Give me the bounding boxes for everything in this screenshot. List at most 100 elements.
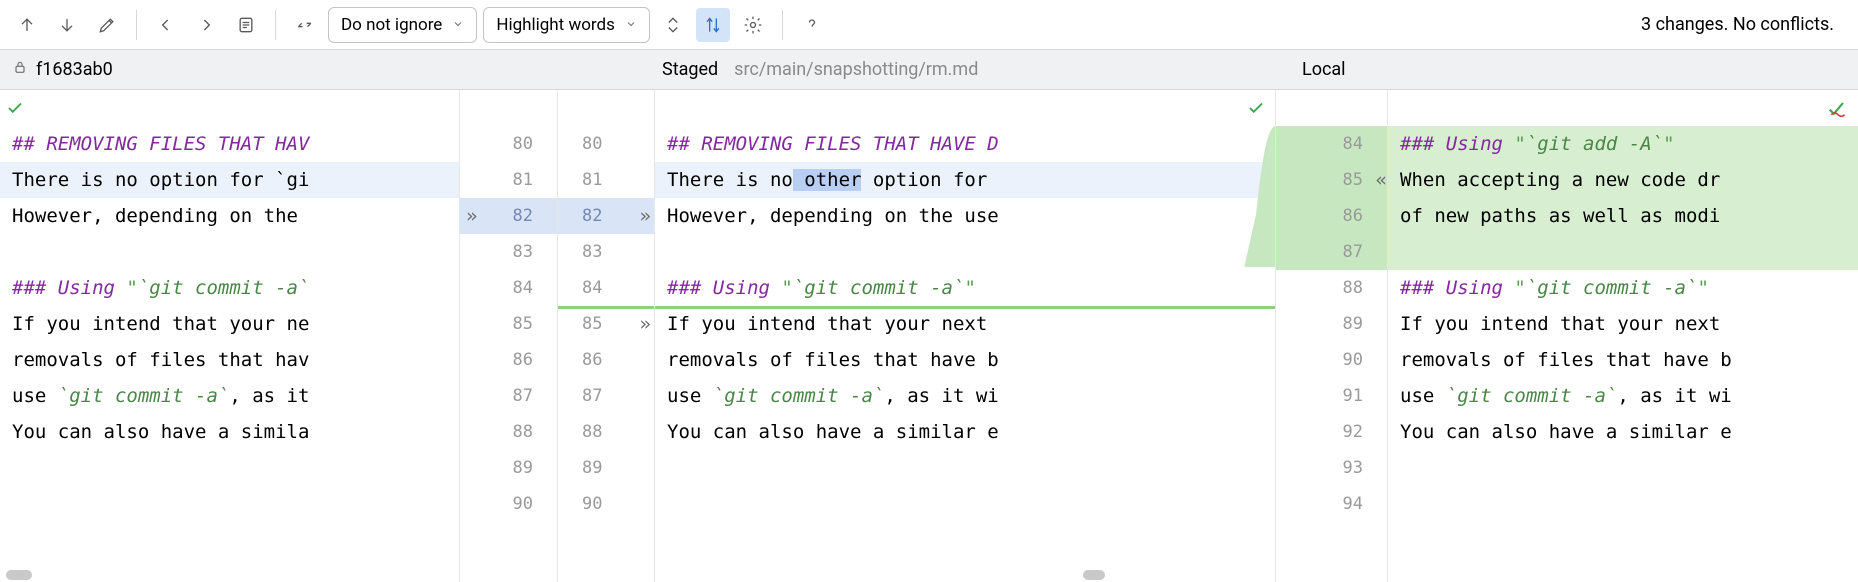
diff-pane-local[interactable]: ### Using "`git add -A`" When accepting … bbox=[1388, 90, 1858, 582]
code-line: `git commit -a` bbox=[58, 385, 230, 407]
gutter-line bbox=[558, 90, 654, 126]
gutter-line: 81 bbox=[558, 162, 654, 198]
staged-segment: Staged src/main/snapshotting/rm.md bbox=[650, 50, 1290, 89]
highlight-mode-dropdown[interactable]: Highlight words bbox=[483, 7, 650, 43]
gutter-line: 81 bbox=[460, 162, 557, 198]
gutter-line: 82» bbox=[558, 198, 654, 234]
inspection-ok-icon bbox=[1247, 94, 1265, 130]
chevron-down-icon bbox=[452, 15, 464, 35]
code-line: use bbox=[667, 385, 713, 407]
code-line: However, depending on the use bbox=[667, 205, 999, 227]
file-path: src/main/snapshotting/rm.md bbox=[734, 59, 978, 80]
gutter-line: 94 bbox=[1276, 486, 1387, 522]
separator bbox=[136, 10, 137, 40]
gutter-line: 87 bbox=[558, 378, 654, 414]
list-icon[interactable] bbox=[229, 8, 263, 42]
apply-left-icon[interactable]: « bbox=[1376, 162, 1387, 198]
apply-right-icon[interactable]: » bbox=[640, 198, 651, 234]
gutter-line: 89 bbox=[460, 450, 557, 486]
code-line: `git add -A` bbox=[1526, 133, 1663, 155]
inspection-warning-icon bbox=[1828, 94, 1848, 130]
gutter-line: 84 bbox=[460, 270, 557, 306]
local-segment: Local bbox=[1290, 50, 1858, 89]
help-icon[interactable] bbox=[795, 8, 829, 42]
horizontal-scrollbar[interactable] bbox=[6, 570, 32, 580]
settings-icon[interactable] bbox=[736, 8, 770, 42]
lock-icon bbox=[12, 59, 28, 80]
code-line: ### Using bbox=[1400, 277, 1514, 299]
gutter-line: 87 bbox=[460, 378, 557, 414]
code-line: option for bbox=[861, 169, 987, 191]
code-line: " bbox=[964, 277, 975, 299]
code-line: use bbox=[1400, 385, 1446, 407]
gutter-line: 87 bbox=[1276, 234, 1387, 270]
gutter-line: 84 bbox=[558, 270, 654, 306]
diff-pane-staged[interactable]: ## REMOVING FILES THAT HAVE D There is n… bbox=[655, 90, 1275, 582]
inspection-ok-icon bbox=[6, 94, 24, 130]
diff-title-bar: f1683ab0 Staged src/main/snapshotting/rm… bbox=[0, 50, 1858, 90]
back-icon[interactable] bbox=[149, 8, 183, 42]
code-line: " bbox=[781, 277, 792, 299]
collapse-unchanged-icon[interactable] bbox=[656, 8, 690, 42]
separator bbox=[275, 10, 276, 40]
word-diff-highlight: other bbox=[793, 169, 862, 191]
gutter-line: 90 bbox=[460, 486, 557, 522]
gutter-line: 83 bbox=[558, 234, 654, 270]
horizontal-scrollbar[interactable] bbox=[1083, 570, 1105, 580]
code-line: If you intend that your next bbox=[1400, 313, 1720, 335]
apply-right-icon[interactable]: » bbox=[466, 198, 477, 234]
gutter-staged-left: 80 81 82» 83 84 85» 86 87 88 89 90 bbox=[557, 90, 655, 582]
code-line: " bbox=[126, 277, 137, 299]
gutter-line: 86 bbox=[460, 342, 557, 378]
code-line: , as it wi bbox=[1617, 385, 1731, 407]
gutter-line: 92 bbox=[1276, 414, 1387, 450]
code-line: removals of files that have b bbox=[1400, 349, 1732, 371]
code-line: There is no bbox=[667, 169, 793, 191]
gutter-local-left: 84 85« 86 87 88 89 90 91 92 93 94 bbox=[1275, 90, 1388, 582]
code-line: " bbox=[1697, 277, 1708, 299]
code-line: option for `gi bbox=[138, 169, 310, 191]
code-line: of new paths as well as modi bbox=[1400, 205, 1720, 227]
forward-icon[interactable] bbox=[189, 8, 223, 42]
insert-marker bbox=[558, 306, 654, 309]
code-line: If you intend that your ne bbox=[12, 313, 309, 335]
code-line: , as it wi bbox=[884, 385, 998, 407]
code-line: removals of files that have b bbox=[667, 349, 999, 371]
staged-label: Staged bbox=[662, 59, 718, 80]
gutter-line: 90 bbox=[558, 486, 654, 522]
code-line: ### Using bbox=[1400, 133, 1514, 155]
code-line: You can also have a similar e bbox=[1400, 421, 1732, 443]
gutter-line: »82 bbox=[460, 198, 557, 234]
chevron-down-icon bbox=[625, 15, 637, 35]
code-line: " bbox=[1663, 133, 1674, 155]
next-change-icon[interactable] bbox=[50, 8, 84, 42]
code-line: `git commit -a` bbox=[793, 277, 965, 299]
jump-to-source-icon[interactable] bbox=[288, 8, 322, 42]
edit-icon[interactable] bbox=[90, 8, 124, 42]
gutter-line bbox=[460, 90, 557, 126]
prev-change-icon[interactable] bbox=[10, 8, 44, 42]
gutter-line: 85» bbox=[558, 306, 654, 342]
gutter-line: 85« bbox=[1276, 162, 1387, 198]
gutter-line: 80 bbox=[460, 126, 557, 162]
gutter-revision-right: 80 81 »82 83 84 85 86 87 88 89 90 bbox=[459, 90, 557, 582]
separator bbox=[782, 10, 783, 40]
code-line: use bbox=[12, 385, 58, 407]
code-line: `git commit -a` bbox=[1446, 385, 1618, 407]
gutter-line: 80 bbox=[558, 126, 654, 162]
gutter-line: 85 bbox=[460, 306, 557, 342]
diff-pane-revision[interactable]: ## REMOVING FILES THAT HAV There is no o… bbox=[0, 90, 459, 582]
code-line: There is no bbox=[12, 169, 138, 191]
code-line: ### Using bbox=[667, 277, 781, 299]
apply-right-icon[interactable]: » bbox=[640, 306, 651, 342]
dropdown-label: Do not ignore bbox=[341, 15, 442, 35]
code-line: `git commit -a` bbox=[138, 277, 310, 299]
diff-view: ## REMOVING FILES THAT HAV There is no o… bbox=[0, 90, 1858, 582]
sync-scroll-icon[interactable] bbox=[696, 8, 730, 42]
gutter-line: 84 bbox=[1276, 126, 1387, 162]
ignore-whitespace-dropdown[interactable]: Do not ignore bbox=[328, 7, 477, 43]
gutter-line: 88 bbox=[1276, 270, 1387, 306]
code-line: You can also have a similar e bbox=[667, 421, 999, 443]
code-line: ## REMOVING FILES THAT HAV bbox=[12, 133, 309, 155]
dropdown-label: Highlight words bbox=[496, 15, 615, 35]
